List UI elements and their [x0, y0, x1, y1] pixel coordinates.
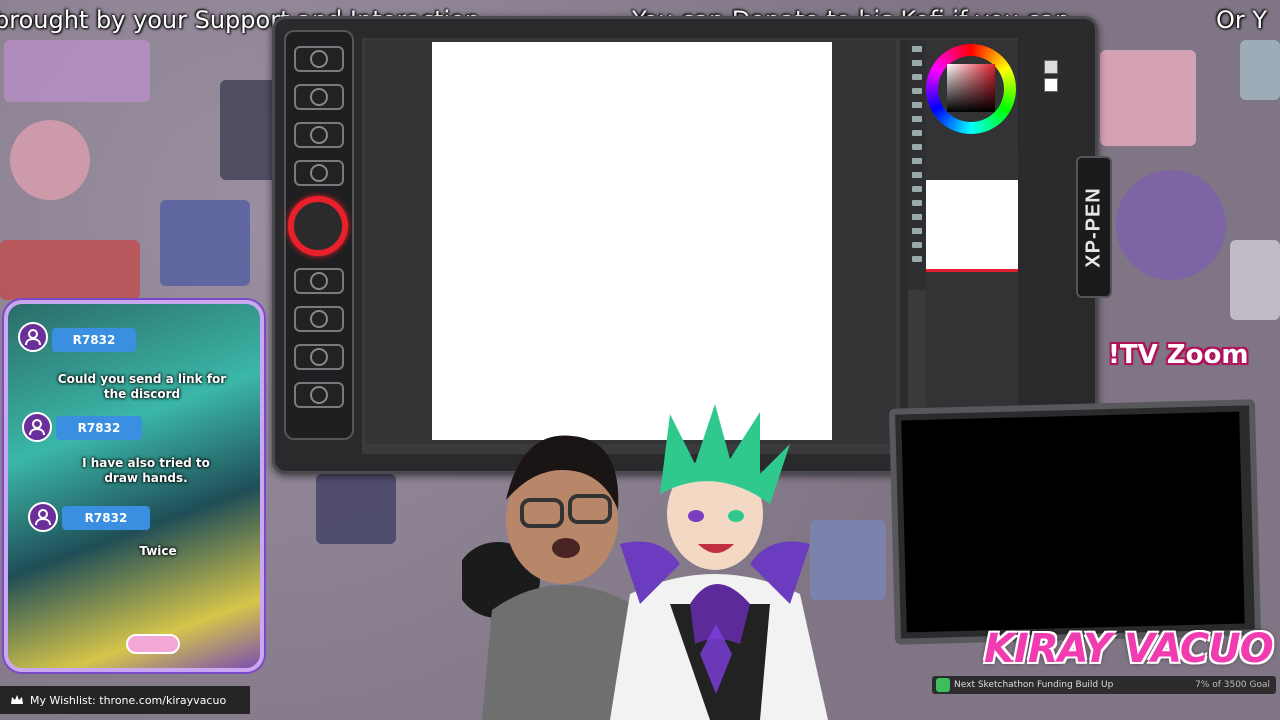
user-icon: [22, 412, 52, 442]
goal-bar: Next Sketchathon Funding Build Up 7% of …: [932, 676, 1276, 694]
chat-message: Twice: [139, 544, 177, 558]
layer-thumbnail[interactable]: [1044, 78, 1058, 92]
marquee-text-3: Or Y: [1216, 6, 1268, 34]
tool-icon[interactable]: [912, 60, 922, 66]
tool-icon[interactable]: [912, 116, 922, 122]
express-key[interactable]: [294, 160, 344, 186]
user-icon: [18, 322, 48, 352]
tool-icon[interactable]: [912, 102, 922, 108]
sticker: [0, 240, 140, 300]
tv-screen: [901, 411, 1245, 633]
tool-icon[interactable]: [912, 88, 922, 94]
color-picker-square[interactable]: [947, 64, 995, 112]
layer-thumbnail[interactable]: [1044, 60, 1058, 74]
user-icon: [28, 502, 58, 532]
chat-message: Could you send a link for the discord: [57, 372, 227, 401]
sticker: [1116, 170, 1226, 280]
tool-icon[interactable]: [912, 172, 922, 178]
vtuber-avatar: [610, 404, 828, 720]
sticker: [1240, 40, 1280, 100]
sticker: [1100, 50, 1196, 146]
sticker: [1230, 240, 1280, 320]
express-key[interactable]: [294, 46, 344, 72]
navigator-preview[interactable]: [926, 180, 1018, 272]
dial-wheel[interactable]: [288, 196, 348, 256]
express-key[interactable]: [294, 84, 344, 110]
chat-overlay: [4, 300, 264, 672]
xp-pen-logo: XP-PEN: [1076, 156, 1112, 298]
tool-icon[interactable]: [912, 242, 922, 248]
tv-zoom-label: !TV Zoom: [1108, 340, 1249, 370]
chat-username: R7832: [62, 506, 150, 530]
wishlist-text: My Wishlist: throne.com/kirayvacuo: [30, 693, 227, 707]
goal-icon: [936, 678, 950, 692]
sticker: [160, 200, 250, 286]
tool-icon[interactable]: [912, 186, 922, 192]
chat-decoration: [126, 634, 180, 654]
wishlist-banner[interactable]: My Wishlist: throne.com/kirayvacuo: [0, 686, 250, 714]
sticker: [4, 40, 150, 102]
express-key[interactable]: [294, 268, 344, 294]
tool-icon[interactable]: [912, 144, 922, 150]
express-key[interactable]: [294, 306, 344, 332]
sticker: [220, 80, 280, 180]
goal-progress: 7% of 3500 Goal: [1195, 680, 1270, 690]
drawing-canvas[interactable]: [432, 42, 832, 440]
tool-icon[interactable]: [912, 200, 922, 206]
brand-label: XP-PEN: [1082, 186, 1105, 268]
sticker: [316, 474, 396, 544]
express-key[interactable]: [294, 344, 344, 370]
scrollbar[interactable]: [900, 40, 908, 440]
channel-logo: KIRAY VACUO: [984, 626, 1274, 672]
layer-panel: [1020, 40, 1078, 150]
tool-icon[interactable]: [912, 256, 922, 262]
tool-icon[interactable]: [912, 46, 922, 52]
tool-icon[interactable]: [912, 214, 922, 220]
crown-icon: [11, 695, 23, 704]
tool-icon[interactable]: [912, 158, 922, 164]
express-key[interactable]: [294, 122, 344, 148]
goal-label: Next Sketchathon Funding Build Up: [954, 679, 1114, 690]
express-key[interactable]: [294, 382, 344, 408]
tool-icon[interactable]: [912, 228, 922, 234]
sticker: [10, 120, 90, 200]
tool-icon[interactable]: [912, 74, 922, 80]
tool-icon[interactable]: [912, 130, 922, 136]
chat-message: I have also tried to draw hands.: [82, 456, 210, 485]
chat-username: R7832: [52, 328, 136, 352]
chat-username: R7832: [56, 416, 142, 440]
